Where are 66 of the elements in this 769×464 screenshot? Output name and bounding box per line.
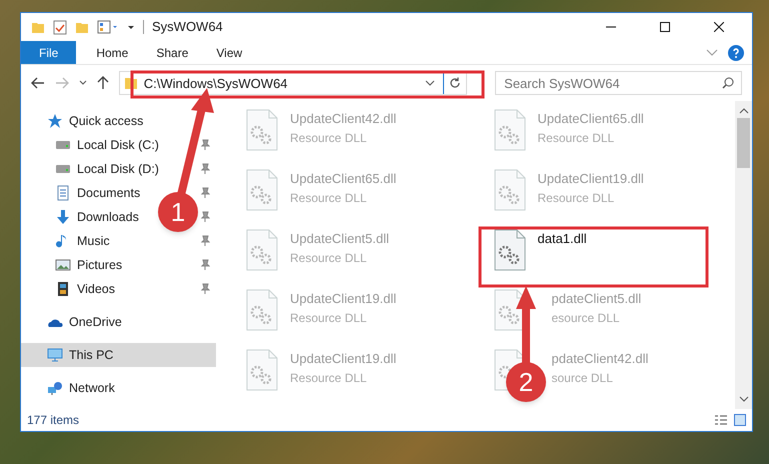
chevron-down-icon[interactable]: [78, 80, 87, 86]
file-type: Resource DLL: [290, 190, 367, 206]
download-icon: [55, 209, 71, 225]
ribbon-tab[interactable]: Home: [82, 41, 142, 64]
nav-item[interactable]: Local Disk (D:): [77, 160, 159, 178]
pin-icon[interactable]: [200, 163, 210, 175]
checklist-icon[interactable]: [53, 20, 67, 34]
pin-icon[interactable]: [200, 211, 210, 223]
video-icon: [55, 281, 71, 297]
refresh-icon[interactable]: [449, 77, 462, 89]
maximize-icon[interactable]: [660, 22, 670, 32]
back-arrow-icon[interactable]: [31, 77, 45, 89]
file-type: esource DLL: [552, 310, 620, 326]
selected-row-highlight[interactable]: This PC: [21, 343, 216, 367]
nav-item[interactable]: Downloads: [77, 208, 139, 226]
nav-item[interactable]: OneDrive: [69, 312, 122, 332]
chevron-down-icon[interactable]: [425, 80, 436, 86]
file-type: Resource DLL: [538, 190, 614, 206]
help-icon[interactable]: [728, 44, 744, 60]
file-name[interactable]: data1.dll: [538, 229, 587, 248]
pin-icon[interactable]: [200, 259, 210, 271]
file-type: Resource DLL: [290, 130, 367, 146]
nav-item[interactable]: Local Disk (C:): [77, 136, 159, 154]
pin-icon[interactable]: [200, 187, 210, 199]
scroll-down-icon[interactable]: [738, 395, 748, 403]
properties-icon[interactable]: [97, 20, 119, 34]
nav-item[interactable]: Music: [77, 232, 110, 250]
scrollbar-thumb[interactable]: [737, 118, 750, 168]
pc-icon: [47, 347, 63, 363]
nav-item[interactable]: Quick access: [69, 112, 144, 130]
file-type: source DLL: [552, 370, 613, 386]
scrollbar[interactable]: [735, 101, 752, 409]
nav-item[interactable]: Documents: [77, 184, 140, 202]
nav-item[interactable]: This PC: [69, 346, 114, 364]
dropdown-icon[interactable]: [127, 23, 135, 31]
pin-icon[interactable]: [200, 139, 210, 151]
close-icon[interactable]: [714, 22, 724, 32]
ribbon-tab[interactable]: File: [21, 41, 76, 64]
nav-item[interactable]: Videos: [77, 280, 115, 298]
minimize-icon[interactable]: [606, 26, 616, 28]
network-icon: [47, 380, 63, 396]
forward-arrow-icon[interactable]: [54, 77, 69, 89]
picture-icon: [55, 257, 71, 273]
address-path: C:\Windows\SysWOW64: [144, 76, 288, 90]
scroll-up-icon[interactable]: [738, 107, 748, 115]
address-field[interactable]: C:\Windows\SysWOW64: [118, 71, 468, 95]
search-icon: [722, 77, 734, 89]
file-type: Resource DLL: [538, 130, 614, 146]
star-icon: [47, 113, 63, 129]
item-count: 177 items: [27, 412, 80, 429]
tiles-view-icon[interactable]: [734, 414, 746, 426]
up-arrow-icon[interactable]: [96, 76, 109, 90]
pin-icon[interactable]: [200, 235, 210, 247]
window-title: SysWOW64: [152, 18, 223, 36]
ribbon-tab[interactable]: View: [202, 41, 256, 64]
file-type: Resource DLL: [290, 310, 367, 326]
document-icon: [55, 185, 71, 201]
details-view-icon[interactable]: [714, 414, 728, 426]
pin-icon[interactable]: [200, 283, 210, 295]
file-type: Resource DLL: [290, 250, 367, 266]
search-field[interactable]: Search SysWOW64: [495, 71, 742, 95]
file-gears-icon[interactable]: [494, 229, 526, 271]
nav-item[interactable]: Network: [69, 378, 115, 398]
file-type: Resource DLL: [290, 370, 367, 386]
nav-item[interactable]: Pictures: [77, 256, 122, 274]
ribbon-tab[interactable]: Share: [142, 41, 202, 64]
